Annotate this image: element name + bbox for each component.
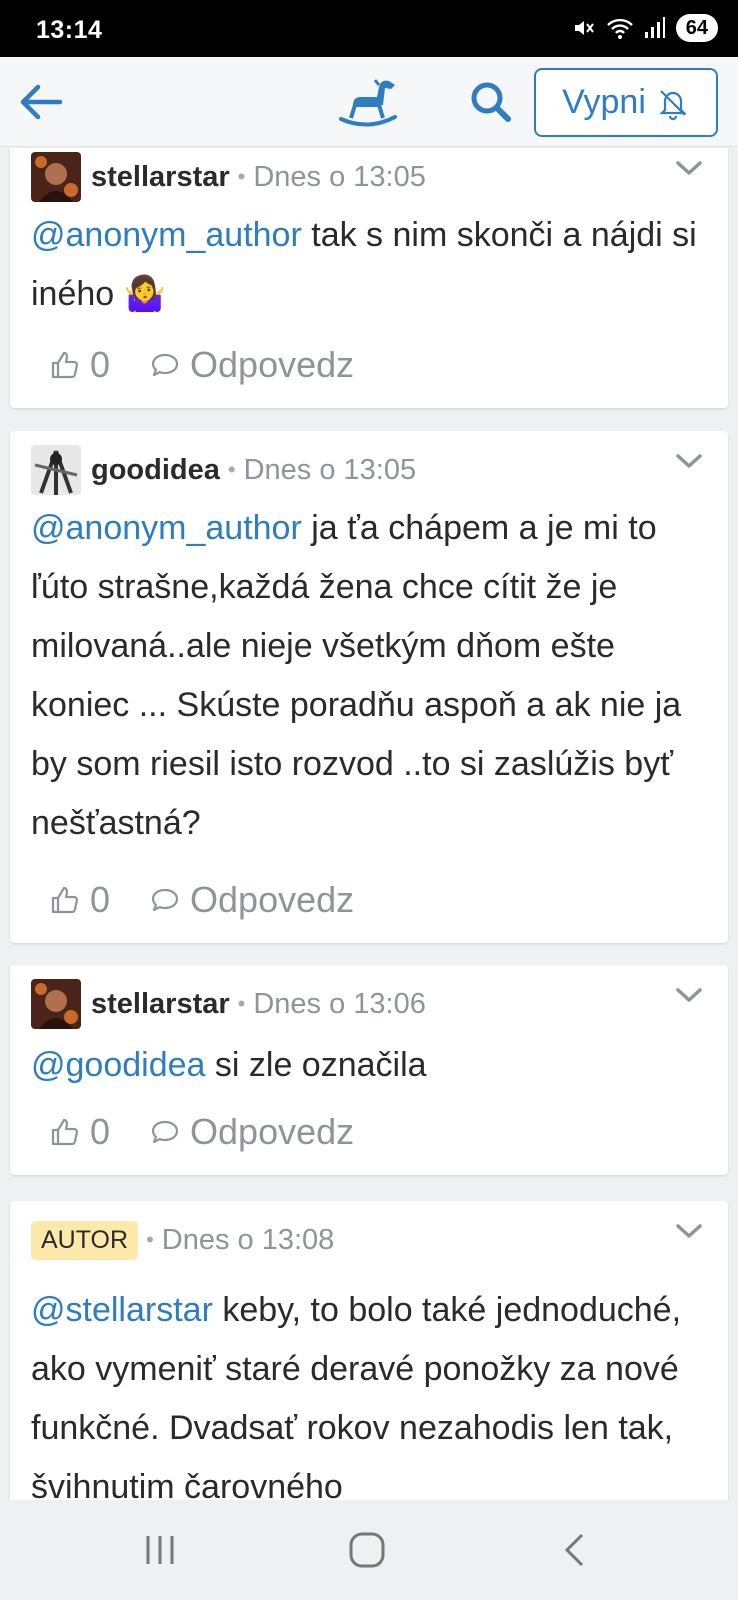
comment-text: @anonym_author tak s nim skonči a nájdi …: [31, 206, 721, 324]
like-button[interactable]: 0: [50, 879, 110, 921]
reply-label: Odpovedz: [190, 344, 355, 385]
comment-date: Dnes o 13:05: [243, 453, 417, 486]
comment-card: stellarstar • Dnes o 13:05 @anonym_autho…: [10, 148, 728, 408]
separator-dot: •: [146, 1227, 154, 1252]
like-count: 0: [90, 879, 111, 920]
reply-button[interactable]: Odpovedz: [150, 1111, 354, 1153]
reply-label: Odpovedz: [190, 879, 355, 920]
reply-button[interactable]: Odpovedz: [150, 344, 354, 386]
comment-text: @stellarstar keby, to bolo také jednoduc…: [31, 1281, 721, 1500]
thumbs-up-icon: [51, 1118, 79, 1146]
comment-date: Dnes o 13:06: [253, 987, 426, 1020]
separator-dot: •: [227, 457, 236, 482]
avatar[interactable]: [31, 979, 81, 1029]
speech-bubble-icon: [151, 888, 179, 912]
comment-date: Dnes o 13:08: [161, 1223, 335, 1256]
chevron-down-icon[interactable]: [674, 1221, 704, 1241]
mute-notifications-button[interactable]: Vypni: [534, 68, 718, 137]
comment-actions: 0 Odpovedz: [50, 878, 354, 922]
wifi-icon: [606, 18, 633, 39]
mute-button-label: Vypni: [562, 83, 646, 121]
chevron-down-icon[interactable]: [674, 158, 704, 178]
rocking-horse-logo-icon[interactable]: [335, 71, 401, 131]
author-badge: AUTOR: [31, 1220, 139, 1260]
reply-label: Odpovedz: [190, 1111, 355, 1152]
avatar[interactable]: [31, 152, 81, 202]
reply-button[interactable]: Odpovedz: [150, 879, 354, 921]
speech-bubble-icon: [151, 1120, 179, 1144]
mention-link[interactable]: @anonym_author: [31, 509, 302, 547]
mention-link[interactable]: @goodidea: [31, 1046, 205, 1084]
back-arrow-icon[interactable]: [16, 77, 66, 127]
signal-icon: [644, 17, 665, 38]
like-count: 0: [90, 344, 111, 385]
separator-dot: •: [237, 164, 246, 189]
search-icon[interactable]: [466, 77, 516, 127]
mention-link[interactable]: @anonym_author: [31, 216, 302, 254]
bell-off-icon: [659, 89, 687, 120]
comment-card: stellarstar • Dnes o 13:06 @goodidea si …: [10, 965, 728, 1175]
recent-apps-icon[interactable]: [142, 1532, 178, 1568]
comment-header: stellarstar • Dnes o 13:05: [31, 152, 426, 202]
mention-link[interactable]: @stellarstar: [31, 1291, 213, 1329]
comment-feed[interactable]: stellarstar • Dnes o 13:05 @anonym_autho…: [0, 148, 738, 1500]
status-icons: 64: [572, 14, 718, 42]
comment-header: goodidea • Dnes o 13:05: [31, 445, 416, 495]
comment-text: @anonym_author ja ťa chápem a je mi to ľ…: [31, 499, 721, 853]
status-time: 13:14: [36, 16, 103, 44]
back-nav-icon[interactable]: [560, 1532, 590, 1568]
speech-bubble-icon: [151, 353, 179, 377]
chevron-down-icon[interactable]: [674, 985, 704, 1005]
comment-date: Dnes o 13:05: [253, 160, 426, 193]
comment-header: AUTOR • Dnes o 13:08: [31, 1215, 334, 1265]
mute-status-icon: [574, 21, 594, 35]
username[interactable]: stellarstar: [91, 161, 230, 194]
like-button[interactable]: 0: [50, 1111, 110, 1153]
avatar[interactable]: [31, 445, 81, 495]
separator-dot: •: [237, 991, 246, 1016]
username[interactable]: goodidea: [91, 454, 220, 487]
system-nav-bar: [0, 1500, 738, 1600]
comment-card: AUTOR • Dnes o 13:08 @stellarstar keby, …: [10, 1201, 728, 1500]
username[interactable]: stellarstar: [91, 988, 230, 1021]
like-button[interactable]: 0: [50, 344, 110, 386]
home-icon[interactable]: [348, 1532, 386, 1568]
comment-actions: 0 Odpovedz: [50, 1110, 354, 1154]
comment-header: stellarstar • Dnes o 13:06: [31, 979, 426, 1029]
battery-indicator: 64: [675, 14, 718, 42]
chevron-down-icon[interactable]: [674, 451, 704, 471]
status-bar: 13:14 64: [0, 0, 738, 57]
comment-body: si zle označila: [205, 1046, 427, 1084]
thumbs-up-icon: [51, 886, 79, 914]
comment-actions: 0 Odpovedz: [50, 343, 354, 387]
comment-text: @goodidea si zle označila: [31, 1043, 721, 1087]
thumbs-up-icon: [51, 351, 79, 379]
comment-body: ja ťa chápem a je mi to ľúto strašne,kaž…: [31, 509, 682, 842]
app-bar: Vypni: [0, 57, 738, 147]
comment-card: goodidea • Dnes o 13:05 @anonym_author j…: [10, 431, 728, 943]
like-count: 0: [90, 1111, 111, 1152]
